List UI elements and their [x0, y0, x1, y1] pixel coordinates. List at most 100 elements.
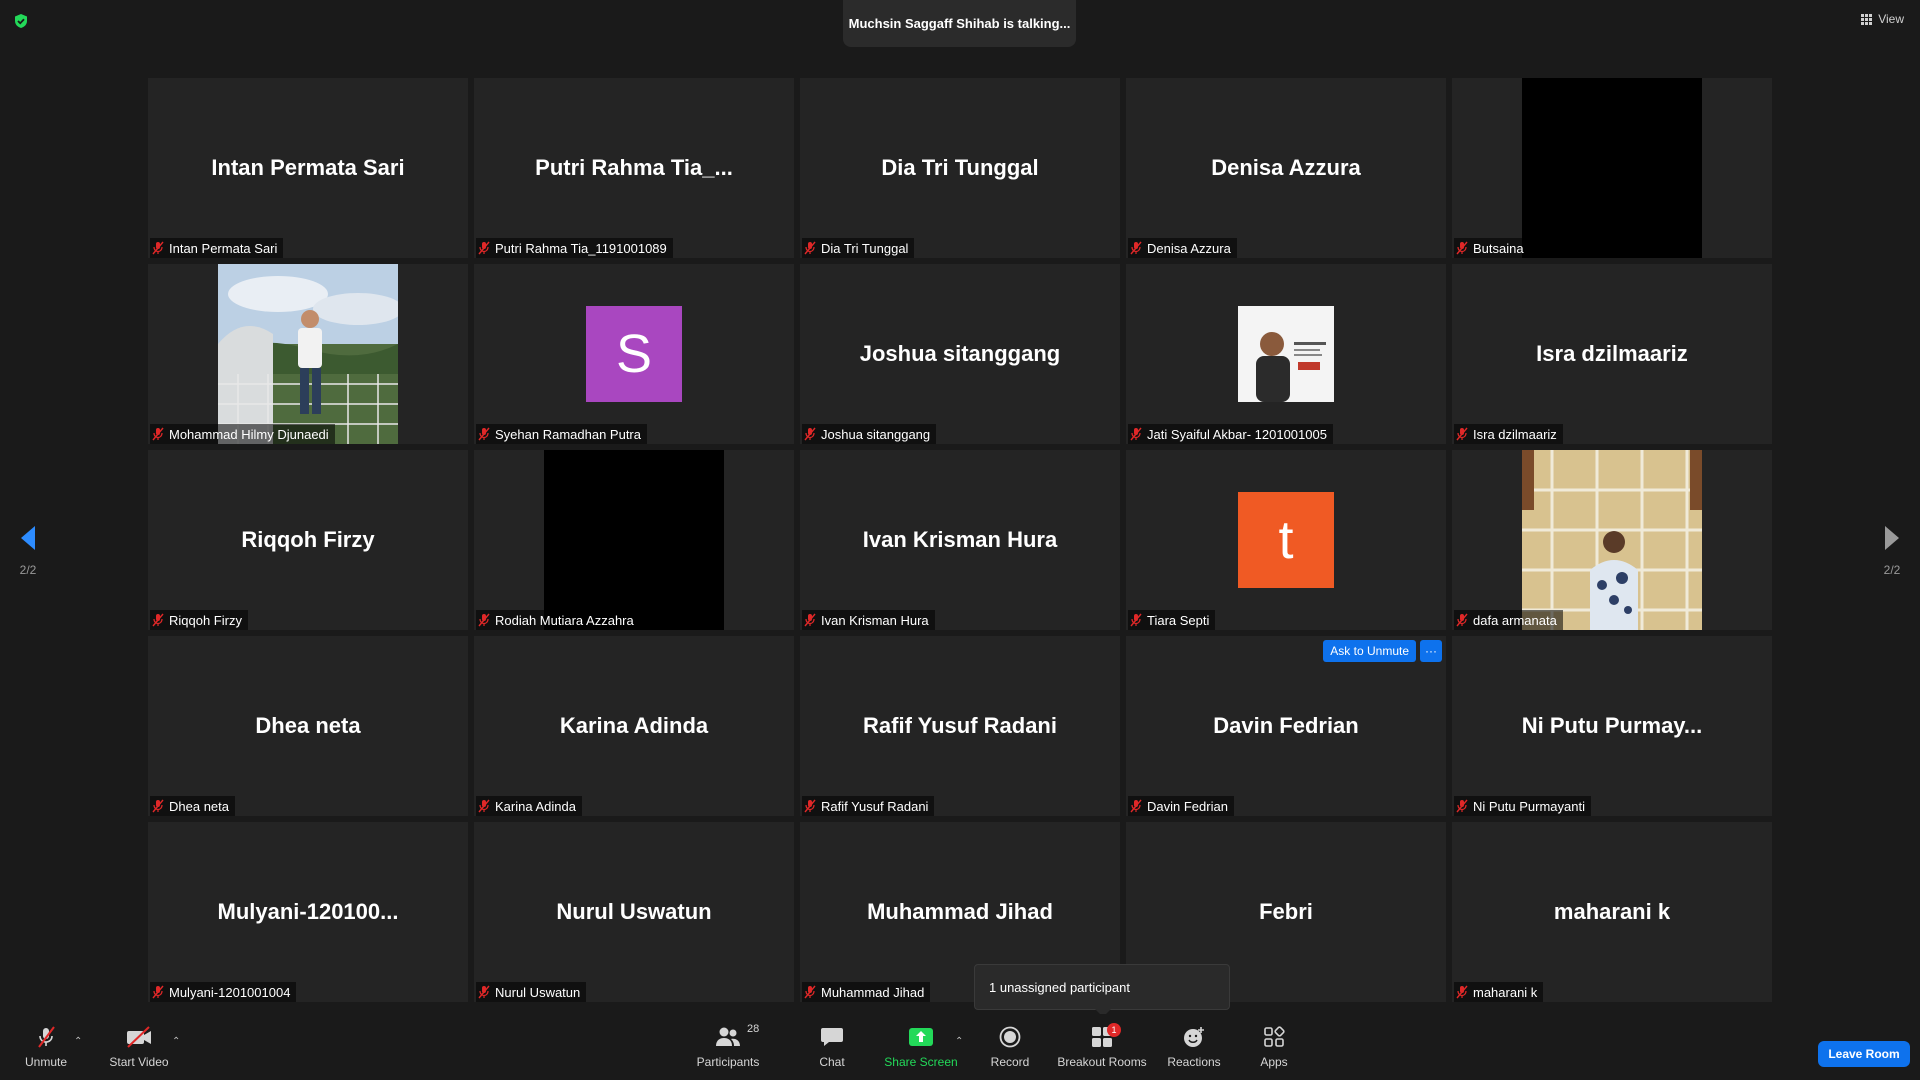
breakout-rooms-button[interactable]: 1 Breakout Rooms	[1056, 1014, 1148, 1080]
participant-tile[interactable]: Ivan Krisman Hura Ivan Krisman Hura	[800, 450, 1120, 630]
participant-name-label: Muhammad Jihad	[802, 982, 931, 1002]
participant-display-name: Dhea neta	[255, 713, 361, 738]
participant-name-label: Karina Adinda	[476, 796, 582, 816]
mic-muted-icon	[804, 799, 816, 813]
participant-name-label: Mohammad Hilmy Djunaedi	[150, 424, 335, 444]
apps-button[interactable]: Apps	[1250, 1014, 1298, 1080]
share-screen-button[interactable]: Share Screen	[884, 1014, 958, 1080]
meeting-toolbar: Unmute ⌃ Start Video ⌃ 28 Participants C…	[0, 1014, 1920, 1080]
participant-display-name: Karina Adinda	[559, 713, 709, 738]
participant-display-name: Ni Putu Purmay...	[1521, 713, 1703, 738]
mic-muted-icon	[152, 241, 164, 255]
participant-name-text: Tiara Septi	[1147, 612, 1210, 628]
participant-tile[interactable]: Karina Adinda Karina Adinda	[474, 636, 794, 816]
participant-name-text: Davin Fedrian	[1147, 798, 1228, 814]
participant-tile[interactable]: Nurul Uswatun Nurul Uswatun	[474, 822, 794, 1002]
participant-name-label: Jati Syaiful Akbar- 1201001005	[1128, 424, 1333, 444]
participant-tile[interactable]: Denisa Azzura Denisa Azzura	[1126, 78, 1446, 258]
mic-muted-icon	[1130, 241, 1142, 255]
participant-name-text: Denisa Azzura	[1147, 240, 1231, 256]
participant-tile[interactable]: Jati Syaiful Akbar- 1201001005	[1126, 264, 1446, 444]
participant-name-text: Rodiah Mutiara Azzahra	[495, 612, 634, 628]
participant-name-label: Intan Permata Sari	[150, 238, 284, 258]
reactions-button[interactable]: Reactions	[1164, 1014, 1224, 1080]
participant-tile[interactable]: dafa armanata	[1452, 450, 1772, 630]
record-button[interactable]: Record	[984, 1014, 1036, 1080]
participant-name-label: Putri Rahma Tia_1191001089	[476, 238, 673, 258]
share-options-caret-icon[interactable]: ⌃	[955, 1036, 963, 1047]
participant-tile[interactable]: Mohammad Hilmy Djunaedi	[148, 264, 468, 444]
participant-name-label: Denisa Azzura	[1128, 238, 1237, 258]
participant-name-text: Butsaina	[1473, 240, 1524, 256]
participant-name-label: Joshua sitanggang	[802, 424, 937, 444]
start-video-label: Start Video	[109, 1055, 169, 1069]
participant-tile[interactable]: t Tiara Septi	[1126, 450, 1446, 630]
arrow-left-icon	[21, 526, 35, 550]
unmute-button[interactable]: Unmute	[20, 1014, 72, 1080]
breakout-rooms-label: Breakout Rooms	[1057, 1055, 1147, 1069]
more-options-button[interactable]: ···	[1420, 640, 1442, 662]
chat-label: Chat	[819, 1055, 845, 1069]
participant-name-label: Davin Fedrian	[1128, 796, 1234, 816]
participant-video-feed	[1522, 78, 1702, 258]
shield-icon[interactable]	[13, 13, 29, 29]
arrow-right-icon	[1885, 526, 1899, 550]
tooltip-text: 1 unassigned participant	[989, 979, 1130, 995]
chat-icon	[821, 1028, 843, 1046]
participant-tile[interactable]: S Syehan Ramadhan Putra	[474, 264, 794, 444]
participant-name-text: Dhea neta	[169, 798, 229, 814]
participant-tile[interactable]: Intan Permata Sari Intan Permata Sari	[148, 78, 468, 258]
participant-profile-picture	[1238, 306, 1334, 402]
video-options-caret-icon[interactable]: ⌃	[172, 1036, 180, 1047]
page-indicator-right: 2/2	[1883, 563, 1901, 577]
view-button[interactable]: View	[1861, 12, 1904, 26]
participants-label: Participants	[696, 1055, 760, 1069]
participant-name-text: Isra dzilmaariz	[1473, 426, 1557, 442]
participant-tile[interactable]: Ni Putu Purmay... Ni Putu Purmayanti	[1452, 636, 1772, 816]
participant-display-name: Mulyani-120100...	[217, 899, 399, 924]
participant-name-text: Jati Syaiful Akbar- 1201001005	[1147, 426, 1327, 442]
participant-tile[interactable]: Butsaina	[1452, 78, 1772, 258]
participant-tile[interactable]: maharani k maharani k	[1452, 822, 1772, 1002]
ask-to-unmute-button[interactable]: Ask to Unmute	[1323, 640, 1416, 662]
leave-room-label: Leave Room	[1828, 1047, 1900, 1061]
chat-button[interactable]: Chat	[806, 1014, 858, 1080]
mic-muted-icon	[478, 427, 490, 441]
share-screen-icon	[909, 1028, 933, 1046]
participant-tile[interactable]: Rodiah Mutiara Azzahra	[474, 450, 794, 630]
start-video-button[interactable]: Start Video	[106, 1014, 172, 1080]
participant-name-text: Putri Rahma Tia_1191001089	[495, 240, 667, 256]
grid-view-icon	[1861, 13, 1873, 25]
participant-tile[interactable]: Riqqoh Firzy Riqqoh Firzy	[148, 450, 468, 630]
participants-button[interactable]: 28 Participants	[692, 1014, 764, 1080]
participant-name-text: Ivan Krisman Hura	[821, 612, 929, 628]
participant-name-label: Ni Putu Purmayanti	[1454, 796, 1591, 816]
audio-options-caret-icon[interactable]: ⌃	[74, 1036, 82, 1047]
mic-muted-icon	[152, 613, 164, 627]
participant-tile[interactable]: Putri Rahma Tia_... Putri Rahma Tia_1191…	[474, 78, 794, 258]
mic-muted-icon	[1130, 613, 1142, 627]
mic-muted-icon	[1456, 241, 1468, 255]
participant-tile[interactable]: Davin Fedrian Davin Fedrian Ask to Unmut…	[1126, 636, 1446, 816]
participant-tile[interactable]: Isra dzilmaariz Isra dzilmaariz	[1452, 264, 1772, 444]
participants-icon	[716, 1027, 740, 1046]
participant-tile[interactable]: Rafif Yusuf Radani Rafif Yusuf Radani	[800, 636, 1120, 816]
participant-display-name: maharani k	[1553, 899, 1671, 924]
participant-display-name: Joshua sitanggang	[859, 341, 1061, 366]
mic-muted-icon	[1456, 613, 1468, 627]
participant-display-name: Riqqoh Firzy	[241, 527, 375, 552]
participant-name-text: Nurul Uswatun	[495, 984, 581, 1000]
participant-tile[interactable]: Mulyani-120100... Mulyani-1201001004	[148, 822, 468, 1002]
participant-name-text: Dia Tri Tunggal	[821, 240, 909, 256]
participant-display-name: Davin Fedrian	[1213, 713, 1359, 738]
leave-room-button[interactable]: Leave Room	[1818, 1041, 1910, 1067]
participant-tile[interactable]: Dia Tri Tunggal Dia Tri Tunggal	[800, 78, 1120, 258]
previous-page-button[interactable]: 2/2	[8, 524, 48, 577]
mic-muted-icon	[1456, 427, 1468, 441]
mic-muted-icon	[1130, 427, 1142, 441]
participant-tile[interactable]: Dhea neta Dhea neta	[148, 636, 468, 816]
participant-video-feed	[544, 450, 724, 630]
participant-tile[interactable]: Joshua sitanggang Joshua sitanggang	[800, 264, 1120, 444]
next-page-button[interactable]: 2/2	[1872, 524, 1912, 577]
participant-name-label: Nurul Uswatun	[476, 982, 587, 1002]
